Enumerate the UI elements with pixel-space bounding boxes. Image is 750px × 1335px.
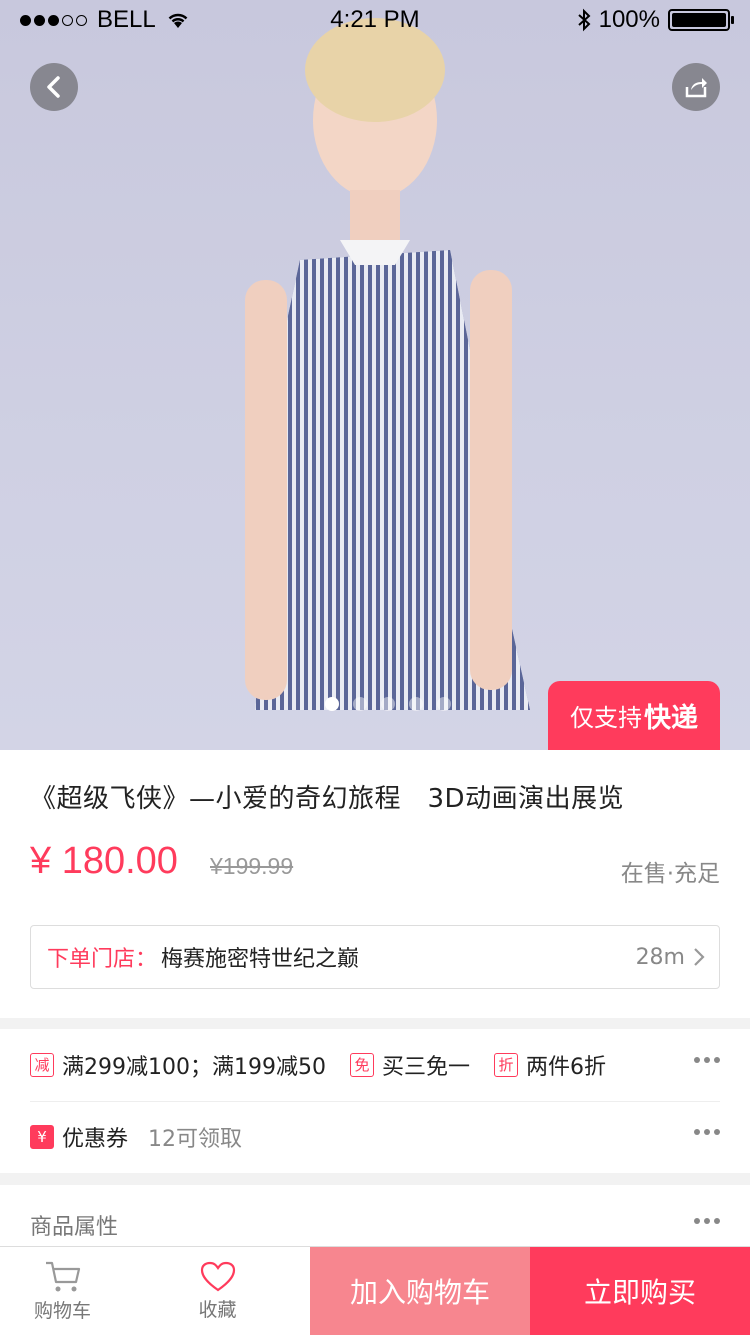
more-icon[interactable] <box>694 1218 720 1224</box>
product-info: 《超级飞侠》—小爱的奇幻旅程 3D动画演出展览 ¥ 180.00 ¥199.99… <box>0 750 750 1018</box>
back-button[interactable] <box>30 63 78 111</box>
share-button[interactable] <box>672 63 720 111</box>
coupon-tag-icon: ¥ <box>30 1125 54 1149</box>
express-only-badge: 仅支持 快递 <box>548 681 720 750</box>
store-selector[interactable]: 下单门店： 梅赛施密特世纪之巅 28m <box>30 925 720 989</box>
chevron-right-icon <box>694 948 705 966</box>
pager-dot[interactable] <box>381 697 395 711</box>
heart-icon <box>200 1261 235 1291</box>
buy-now-button[interactable]: 立即购买 <box>530 1247 750 1335</box>
promotions-section: 减 满299减100；满199减50 免 买三免一 折 两件6折 ¥ 优惠券 1… <box>0 1029 750 1173</box>
cart-icon <box>45 1261 80 1291</box>
chevron-left-icon <box>47 76 60 98</box>
free-tag-icon: 免 <box>349 1053 374 1077</box>
attributes-row[interactable]: 商品属性 <box>0 1185 750 1247</box>
share-icon <box>685 78 707 98</box>
stock-status: 在售·充足 <box>620 861 720 887</box>
pager-dot[interactable] <box>325 697 339 711</box>
store-label: 下单门店： <box>47 947 158 972</box>
promo-text: 买三免一 <box>381 1055 470 1080</box>
promo-discount: 减 满299减100；满199减50 <box>30 1049 326 1081</box>
carousel-pager <box>325 697 451 711</box>
status-bar: BELL 4:21 PM 100% <box>0 0 750 40</box>
coupon-count: 12可领取 <box>148 1127 243 1152</box>
more-icon[interactable] <box>694 1129 720 1135</box>
promo-percent-off: 折 两件6折 <box>493 1049 606 1081</box>
percent-off-tag-icon: 折 <box>493 1053 518 1077</box>
promo-text: 满299减100；满199减50 <box>62 1055 326 1080</box>
product-photo <box>245 18 530 710</box>
battery-percent: 100% <box>598 6 660 33</box>
discount-tag-icon: 减 <box>30 1053 54 1077</box>
express-prefix: 仅支持 <box>570 704 642 732</box>
promotions-row[interactable]: 减 满299减100；满199减50 免 买三免一 折 两件6折 <box>30 1029 720 1102</box>
product-title: 《超级飞侠》—小爱的奇幻旅程 3D动画演出展览 <box>30 784 625 814</box>
pager-dot[interactable] <box>353 697 367 711</box>
pager-dot[interactable] <box>409 697 423 711</box>
product-image-carousel[interactable]: 仅支持 快递 <box>0 0 750 750</box>
more-icon[interactable] <box>694 1057 720 1063</box>
product-price: ¥ 180.00 <box>30 840 178 882</box>
battery-icon <box>668 9 734 31</box>
cart-button[interactable]: 购物车 <box>0 1247 125 1335</box>
promo-free: 免 买三免一 <box>349 1049 470 1081</box>
original-price: ¥199.99 <box>210 853 294 879</box>
store-distance: 28m <box>635 944 685 970</box>
cart-label: 购物车 <box>33 1299 91 1322</box>
coupon-label: 优惠券 <box>62 1127 129 1152</box>
add-to-cart-button[interactable]: 加入购物车 <box>310 1247 530 1335</box>
promo-text: 两件6折 <box>525 1055 606 1080</box>
attributes-label: 商品属性 <box>30 1215 119 1240</box>
favorite-label: 收藏 <box>198 1298 237 1321</box>
bottom-action-bar: 购物车 收藏 加入购物车 立即购买 <box>0 1246 750 1335</box>
coupon-row[interactable]: ¥ 优惠券 12可领取 <box>30 1101 720 1173</box>
favorite-button[interactable]: 收藏 <box>125 1247 310 1335</box>
store-name: 梅赛施密特世纪之巅 <box>161 947 360 972</box>
bluetooth-icon <box>577 8 591 32</box>
pager-dot[interactable] <box>437 697 451 711</box>
express-highlight: 快递 <box>644 703 698 734</box>
status-right: 100% <box>577 6 734 34</box>
